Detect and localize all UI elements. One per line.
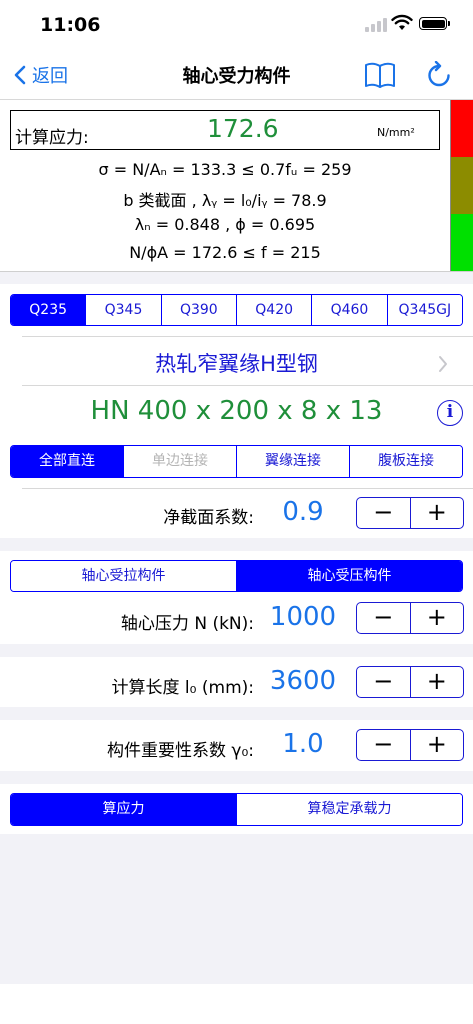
color-bar-olive (451, 157, 473, 214)
color-bar-green (451, 214, 473, 271)
decrease-button[interactable]: − (357, 667, 411, 697)
decrease-button[interactable]: − (357, 498, 411, 528)
divider (22, 336, 473, 337)
increase-button[interactable]: + (411, 603, 464, 633)
formula-net-section: σ = N/Aₙ = 133.3 ≤ 0.7fᵤ = 259 (98, 160, 352, 179)
steel-grade-option[interactable]: Q345 (85, 295, 161, 325)
connection-option[interactable]: 全部直连 (11, 446, 123, 477)
profile-size[interactable]: HN 400 x 200 x 8 x 13 (0, 396, 473, 426)
connection-option[interactable]: 翼缘连接 (236, 446, 349, 477)
stress-value: 172.6 (207, 114, 279, 143)
importance-stepper: − + (356, 729, 464, 761)
axial-force-stepper: − + (356, 602, 464, 634)
net-section-stepper: − + (356, 497, 464, 529)
connection-option[interactable]: 单边连接 (123, 446, 236, 477)
signal-icon (365, 18, 387, 32)
wifi-icon (391, 14, 413, 30)
increase-button[interactable]: + (411, 667, 464, 697)
section-type-selector[interactable]: 热轧窄翼缘H型钢 (0, 348, 473, 378)
connection-selector: 全部直连 单边连接 翼缘连接 腹板连接 (10, 445, 463, 478)
steel-grade-option[interactable]: Q235 (11, 295, 86, 325)
steel-grade-option[interactable]: Q345GJ (386, 295, 462, 325)
steel-grade-option[interactable]: Q460 (311, 295, 387, 325)
steel-grade-option[interactable]: Q420 (235, 295, 312, 325)
connection-option[interactable]: 腹板连接 (349, 446, 462, 477)
axial-force-value[interactable]: 1000 (258, 602, 348, 632)
calc-mode-option[interactable]: 算应力 (11, 794, 236, 825)
importance-value[interactable]: 1.0 (258, 729, 348, 759)
divider (22, 488, 473, 489)
calc-length-label: 计算长度 l₀ (mm): (111, 678, 254, 698)
importance-label: 构件重要性系数 γ₀: (106, 741, 254, 761)
calc-mode-option[interactable]: 算稳定承载力 (236, 794, 462, 825)
status-time: 11:06 (40, 14, 101, 36)
formula-slenderness: b 类截面 , λᵧ = l₀/iᵧ = 78.9 (123, 191, 327, 210)
utilization-color-bar (450, 100, 473, 271)
color-bar-red (451, 100, 473, 157)
increase-button[interactable]: + (411, 498, 464, 528)
battery-icon (419, 17, 450, 30)
stress-label: 计算应力: (15, 128, 89, 148)
calc-mode-selector: 算应力 算稳定承载力 (10, 793, 463, 826)
member-type-option[interactable]: 轴心受压构件 (236, 561, 462, 591)
axial-force-label: 轴心压力 N (kN): (120, 614, 254, 634)
stress-unit: N/mm² (377, 126, 415, 139)
status-bar: 11:06 (0, 0, 473, 48)
increase-button[interactable]: + (411, 730, 464, 760)
result-panel: 计算应力: 172.6 N/mm² σ = N/Aₙ = 133.3 ≤ 0.7… (0, 100, 473, 272)
calc-length-value[interactable]: 3600 (258, 666, 348, 696)
navigation-bar: 返回 轴心受力构件 (0, 48, 473, 100)
calc-length-stepper: − + (356, 666, 464, 698)
formula-stability-coef: λₙ = 0.848 , ϕ = 0.695 (134, 215, 316, 234)
steel-grade-option[interactable]: Q390 (160, 295, 236, 325)
member-type-selector: 轴心受拉构件 轴心受压构件 (10, 560, 463, 592)
net-section-label: 净截面系数: (163, 508, 254, 528)
net-section-value[interactable]: 0.9 (258, 497, 348, 527)
book-icon[interactable] (364, 61, 396, 89)
stress-result-box: 计算应力: 172.6 N/mm² (10, 110, 440, 150)
info-icon[interactable]: i (437, 400, 463, 426)
bottom-bar (0, 984, 473, 1024)
divider (22, 385, 473, 386)
steel-grade-selector: Q235 Q345 Q390 Q420 Q460 Q345GJ (10, 294, 463, 326)
formula-stability-check: N/ϕA = 172.6 ≤ f = 215 (129, 243, 321, 262)
chevron-right-icon[interactable] (437, 355, 449, 373)
page-title: 轴心受力构件 (182, 66, 291, 87)
decrease-button[interactable]: − (357, 603, 411, 633)
refresh-icon[interactable] (426, 61, 452, 89)
member-type-option[interactable]: 轴心受拉构件 (11, 561, 236, 591)
decrease-button[interactable]: − (357, 730, 411, 760)
